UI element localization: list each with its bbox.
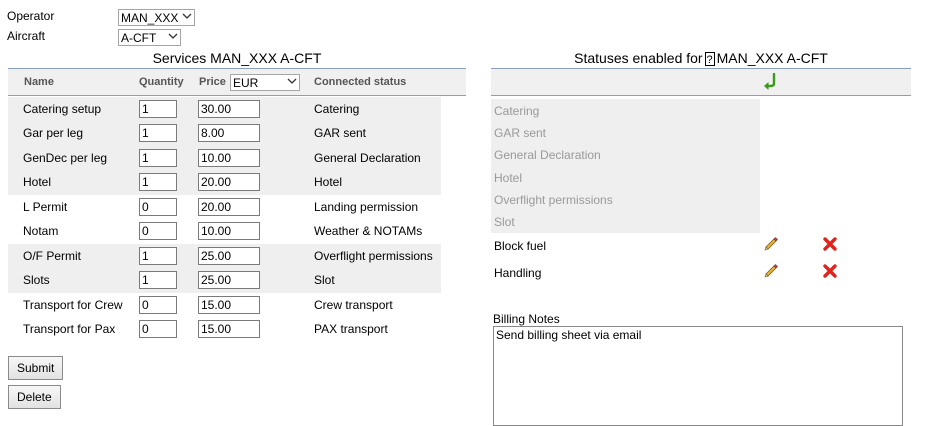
quantity-input[interactable] (139, 271, 177, 289)
aircraft-label: Aircraft (7, 29, 46, 43)
connected-status: GAR sent (314, 126, 367, 140)
currency-select-wrap[interactable]: EUR (230, 74, 300, 91)
disabled-statuses-panel (491, 99, 760, 233)
delete-button[interactable]: Delete (8, 385, 61, 409)
operator-select-wrap[interactable]: MAN_XXX (118, 9, 195, 26)
table-row: Hotel Hotel (8, 170, 441, 195)
connected-status: Hotel (314, 175, 343, 189)
quantity-input[interactable] (139, 173, 177, 191)
service-name: Catering setup (23, 101, 102, 116)
service-name: O/F Permit (23, 248, 82, 263)
price-input[interactable] (198, 222, 260, 240)
price-input[interactable] (198, 148, 260, 167)
connected-status: Overflight permissions (314, 248, 433, 263)
connected-status: General Declaration (314, 150, 421, 165)
connected-status: Slot (314, 273, 335, 287)
connected-status: Weather & NOTAMs (314, 224, 423, 238)
connected-status: PAX transport (314, 322, 388, 336)
quantity-input[interactable] (139, 148, 177, 167)
help-icon[interactable]: ? (704, 52, 715, 67)
edit-pencil-icon[interactable] (763, 236, 779, 252)
operator-label: Operator (7, 9, 55, 23)
aircraft-select-wrap[interactable]: A-CFT (118, 29, 181, 46)
service-name: Slots (23, 273, 50, 287)
price-input[interactable] (198, 271, 260, 289)
table-row: Notam Weather & NOTAMs (8, 219, 441, 244)
table-row: Transport for Pax PAX transport (8, 317, 441, 342)
disabled-status-item[interactable]: General Declaration (494, 148, 601, 162)
connected-status: Catering (314, 101, 360, 116)
quantity-input[interactable] (139, 246, 177, 265)
delete-x-icon[interactable] (822, 236, 838, 252)
billing-notes-textarea[interactable]: Send billing sheet via email (493, 326, 903, 426)
quantity-input[interactable] (139, 320, 177, 338)
price-input[interactable] (198, 124, 260, 142)
table-row: GenDec per leg General Declaration (8, 145, 441, 170)
service-name: Gar per leg (23, 126, 84, 140)
service-name: L Permit (23, 199, 68, 214)
quantity-input[interactable] (139, 295, 177, 314)
price-input[interactable] (198, 99, 260, 118)
disabled-status-item[interactable]: Overflight permissions (494, 193, 613, 207)
table-row: Catering setup Catering (8, 96, 441, 121)
billing-notes-label: Billing Notes (493, 312, 560, 326)
price-input[interactable] (198, 295, 260, 314)
quantity-input[interactable] (139, 197, 177, 216)
price-input[interactable] (198, 320, 260, 338)
disabled-status-item[interactable]: GAR sent (494, 126, 546, 140)
delete-x-icon[interactable] (822, 263, 838, 279)
statuses-title: Statuses enabled for? MAN_XXX A-CFT (491, 50, 911, 67)
statuses-title-suffix: MAN_XXX A-CFT (716, 50, 828, 66)
enabled-status-item: Handling (494, 266, 542, 280)
services-title: Services MAN_XXX A-CFT (152, 50, 322, 66)
service-name: Notam (23, 224, 59, 238)
service-name: Transport for Pax (23, 322, 116, 336)
price-input[interactable] (198, 197, 260, 216)
col-price-header: Price (199, 76, 226, 88)
price-input[interactable] (198, 173, 260, 191)
disabled-status-item[interactable]: Catering (494, 104, 539, 118)
quantity-input[interactable] (139, 222, 177, 240)
service-name: Transport for Crew (23, 297, 123, 312)
col-name-header: Name (24, 76, 54, 88)
quantity-input[interactable] (139, 124, 177, 142)
operator-select[interactable]: MAN_XXX (118, 9, 195, 26)
edit-pencil-icon[interactable] (763, 263, 779, 279)
service-name: Hotel (23, 175, 52, 189)
submit-button[interactable]: Submit (8, 356, 64, 380)
statuses-title-prefix: Statuses enabled for (574, 50, 703, 66)
aircraft-select[interactable]: A-CFT (118, 29, 181, 46)
table-row: Slots Slot (8, 268, 441, 293)
col-status-header: Connected status (314, 76, 407, 88)
disabled-status-item[interactable]: Hotel (494, 171, 522, 185)
connected-status: Landing permission (314, 199, 419, 214)
price-input[interactable] (198, 246, 260, 265)
currency-select[interactable]: EUR (230, 74, 300, 91)
quantity-input[interactable] (139, 99, 177, 118)
col-quantity-header: Quantity (139, 76, 184, 88)
enter-arrow-icon[interactable] (763, 73, 779, 91)
table-row: O/F Permit Overflight permissions (8, 243, 441, 268)
table-row: L Permit Landing permission (8, 195, 441, 220)
table-row: Transport for Crew Crew transport (8, 293, 441, 318)
statuses-toolbar (491, 68, 911, 96)
enabled-status-item: Block fuel (494, 239, 547, 253)
disabled-status-item[interactable]: Slot (494, 215, 515, 229)
table-row: Gar per leg GAR sent (8, 121, 441, 146)
connected-status: Crew transport (314, 297, 393, 312)
service-name: GenDec per leg (23, 150, 108, 165)
